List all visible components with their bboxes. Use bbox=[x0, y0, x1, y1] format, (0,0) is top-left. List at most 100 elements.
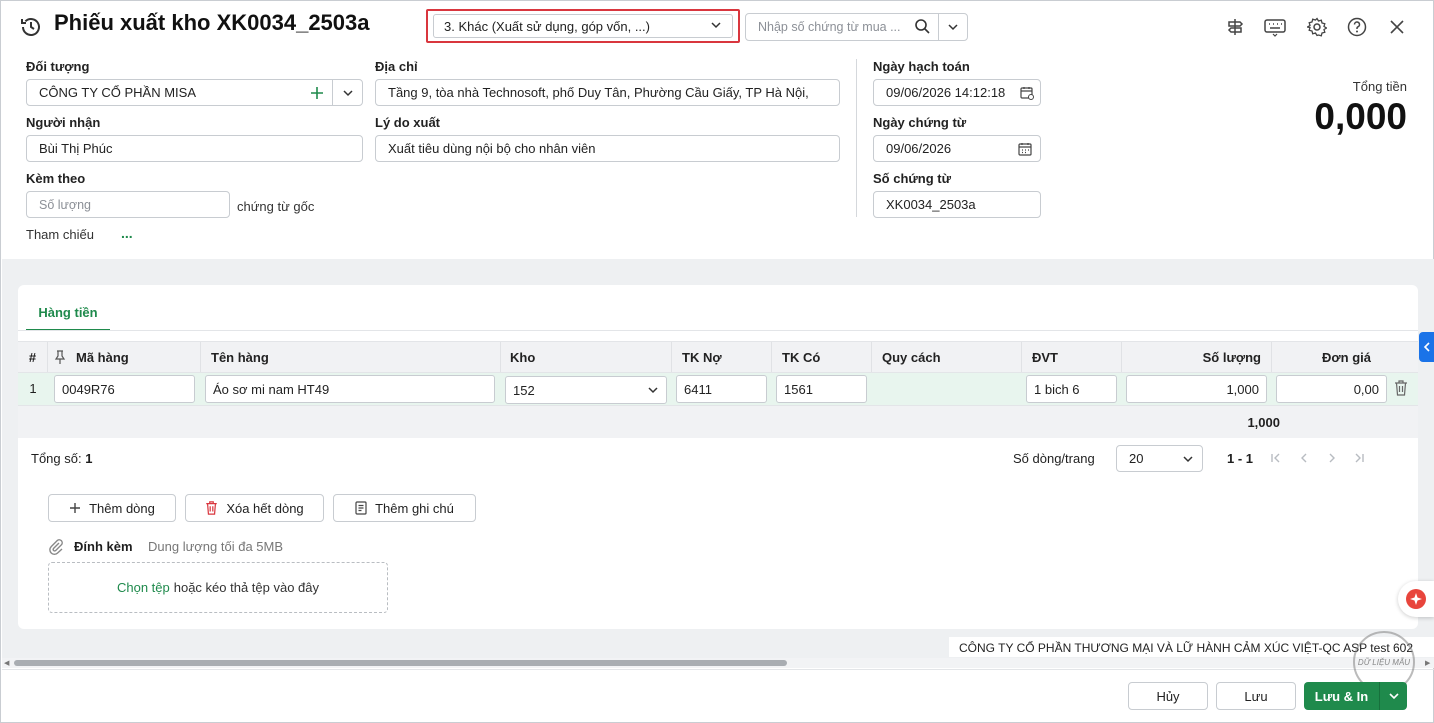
kho-value: 152 bbox=[513, 382, 535, 398]
ngay-chung-tu-field[interactable]: 09/06/2026 bbox=[873, 135, 1041, 162]
choose-file-link[interactable]: Chọn tệp bbox=[117, 580, 170, 595]
sparkle-icon bbox=[1406, 589, 1426, 609]
calendar-icon[interactable] bbox=[1018, 142, 1032, 156]
so-luong-value: 1,000 bbox=[1226, 381, 1259, 397]
dia-chi-field[interactable]: Tầng 9, tòa nhà Technosoft, phố Duy Tân,… bbox=[375, 79, 840, 106]
voucher-type-highlight: 3. Khác (Xuất sử dụng, góp vốn, ...) bbox=[426, 9, 740, 43]
table-row[interactable]: 1 0049R76 Áo sơ mi nam HT49 152 6411 156… bbox=[18, 373, 1418, 406]
nguoi-nhan-field[interactable]: Bùi Thị Phúc bbox=[26, 135, 363, 162]
history-icon[interactable] bbox=[18, 14, 44, 40]
page-title: Phiếu xuất kho XK0034_2503a bbox=[54, 10, 370, 35]
attach-hint: Dung lượng tối đa 5MB bbox=[148, 539, 284, 554]
doi-tuong-value: CÔNG TY CỔ PHẦN MISA bbox=[39, 85, 196, 100]
col-ma-hang[interactable]: Mã hàng bbox=[48, 342, 201, 372]
tab-hang-tien[interactable]: Hàng tiền bbox=[26, 301, 110, 331]
col-tk-no[interactable]: TK Nợ bbox=[672, 342, 772, 372]
add-note-label: Thêm ghi chú bbox=[375, 500, 454, 516]
ngay-chung-tu-value: 09/06/2026 bbox=[886, 141, 952, 156]
tham-chieu-more-button[interactable]: ... bbox=[121, 225, 133, 241]
calendar-clock-icon[interactable] bbox=[1020, 86, 1034, 100]
guide-icon[interactable] bbox=[1223, 15, 1247, 39]
save-print-button[interactable]: Lưu & In bbox=[1304, 682, 1379, 710]
page-range: 1 - 1 bbox=[1227, 451, 1254, 466]
chevron-down-icon bbox=[948, 24, 958, 31]
ngay-hach-toan-value: 09/06/2026 14:12:18 bbox=[886, 85, 1006, 100]
attach-label: Đính kèm bbox=[74, 539, 133, 554]
chevron-down-icon bbox=[647, 384, 659, 396]
voucher-type-select[interactable]: 3. Khác (Xuất sử dụng, góp vốn, ...) bbox=[433, 14, 733, 38]
delete-all-rows-button[interactable]: Xóa hết dòng bbox=[185, 494, 324, 522]
close-icon[interactable] bbox=[1385, 15, 1409, 39]
file-dropzone[interactable]: Chọn tệp hoặc kéo thả tệp vào đây bbox=[48, 562, 388, 613]
last-page-icon[interactable] bbox=[1352, 451, 1366, 465]
scroll-left-icon[interactable]: ◀ bbox=[4, 659, 9, 667]
tk-no-input[interactable]: 6411 bbox=[676, 375, 767, 403]
cancel-button[interactable]: Hủy bbox=[1128, 682, 1208, 710]
tk-no-value: 6411 bbox=[684, 381, 712, 397]
col-ma-hang-label: Mã hàng bbox=[76, 349, 129, 365]
rows-per-page-select[interactable]: 20 bbox=[1116, 445, 1203, 472]
ngay-chung-tu-label: Ngày chứng từ bbox=[873, 115, 967, 130]
doi-tuong-label: Đối tượng bbox=[26, 59, 90, 74]
doi-tuong-field[interactable]: CÔNG TY CỔ PHẦN MISA bbox=[26, 79, 363, 106]
search-input[interactable] bbox=[758, 20, 908, 34]
kho-select[interactable]: 152 bbox=[505, 376, 667, 404]
add-note-button[interactable]: Thêm ghi chú bbox=[333, 494, 476, 522]
delete-all-rows-label: Xóa hết dòng bbox=[226, 500, 304, 516]
search-dropdown-button[interactable] bbox=[938, 13, 968, 41]
add-icon[interactable] bbox=[302, 86, 332, 100]
note-icon bbox=[355, 501, 367, 515]
chevron-down-icon bbox=[1182, 453, 1194, 465]
chevron-down-icon[interactable] bbox=[332, 80, 362, 105]
col-quy-cach[interactable]: Quy cách bbox=[872, 342, 1022, 372]
next-page-icon[interactable] bbox=[1325, 451, 1339, 465]
rows-per-page-label: Số dòng/trang bbox=[1013, 451, 1095, 466]
col-kho[interactable]: Kho bbox=[501, 342, 672, 372]
plus-icon bbox=[69, 502, 81, 514]
col-tk-co[interactable]: TK Có bbox=[772, 342, 872, 372]
divider bbox=[856, 59, 857, 217]
window: Phiếu xuất kho XK0034_2503a 3. Khác (Xuấ… bbox=[0, 0, 1434, 723]
prev-page-icon[interactable] bbox=[1297, 451, 1311, 465]
keyboard-icon[interactable] bbox=[1263, 15, 1287, 39]
add-row-button[interactable]: Thêm dòng bbox=[48, 494, 176, 522]
dia-chi-value: Tầng 9, tòa nhà Technosoft, phố Duy Tân,… bbox=[388, 85, 809, 100]
col-don-gia[interactable]: Đơn giá bbox=[1272, 342, 1418, 372]
col-so-luong[interactable]: Số lượng bbox=[1122, 342, 1272, 372]
gear-icon[interactable] bbox=[1305, 15, 1329, 39]
first-page-icon[interactable] bbox=[1269, 451, 1283, 465]
tk-co-input[interactable]: 1561 bbox=[776, 375, 867, 403]
save-button[interactable]: Lưu bbox=[1216, 682, 1296, 710]
scroll-right-icon[interactable]: ▶ bbox=[1425, 659, 1430, 667]
col-ten-hang[interactable]: Tên hàng bbox=[201, 342, 501, 372]
ngay-hach-toan-field[interactable]: 09/06/2026 14:12:18 bbox=[873, 79, 1041, 106]
so-luong-input[interactable]: 1,000 bbox=[1126, 375, 1267, 403]
help-icon[interactable] bbox=[1345, 15, 1369, 39]
ma-hang-input[interactable]: 0049R76 bbox=[54, 375, 195, 403]
ly-do-field[interactable]: Xuất tiêu dùng nội bộ cho nhân viên bbox=[375, 135, 840, 162]
trash-icon[interactable] bbox=[1394, 380, 1408, 396]
dvt-input[interactable]: 1 bich 6 bbox=[1026, 375, 1117, 403]
quy-cach-cell[interactable] bbox=[872, 373, 1022, 405]
ten-hang-value: Áo sơ mi nam HT49 bbox=[213, 381, 330, 397]
so-luong-field[interactable]: Số lượng bbox=[26, 191, 230, 218]
ten-hang-input[interactable]: Áo sơ mi nam HT49 bbox=[205, 375, 495, 403]
ma-hang-value: 0049R76 bbox=[62, 381, 115, 397]
don-gia-input[interactable]: 0,00 bbox=[1276, 375, 1387, 403]
so-luong-placeholder: Số lượng bbox=[39, 197, 92, 212]
side-panel-toggle[interactable] bbox=[1419, 332, 1434, 362]
rows-per-page-value: 20 bbox=[1129, 451, 1144, 466]
so-chung-tu-field[interactable]: XK0034_2503a bbox=[873, 191, 1041, 218]
col-index: # bbox=[18, 342, 48, 372]
scrollbar-thumb[interactable] bbox=[14, 660, 787, 666]
ai-assistant-button[interactable] bbox=[1398, 581, 1434, 617]
pin-icon[interactable] bbox=[54, 350, 66, 364]
col-dvt[interactable]: ĐVT bbox=[1022, 342, 1122, 372]
save-print-dropdown[interactable] bbox=[1379, 682, 1407, 710]
ly-do-value: Xuất tiêu dùng nội bộ cho nhân viên bbox=[388, 141, 596, 156]
so-chung-tu-label: Số chứng từ bbox=[873, 171, 952, 186]
paperclip-icon bbox=[48, 538, 64, 556]
kem-theo-label: Kèm theo bbox=[26, 171, 86, 186]
trash-icon bbox=[205, 501, 218, 515]
search-icon[interactable] bbox=[914, 18, 930, 37]
